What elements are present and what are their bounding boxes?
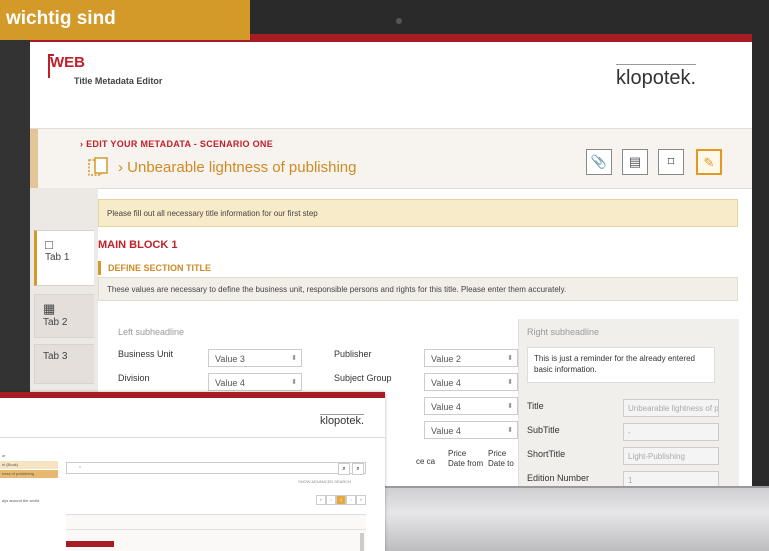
reminder-box: This is just a reminder for the already …	[527, 347, 715, 383]
tab-2[interactable]: ▦ Tab 2	[34, 294, 94, 338]
page-next[interactable]: ›	[346, 495, 356, 505]
page-first[interactable]: «	[316, 495, 326, 505]
camera-icon	[396, 18, 402, 24]
promo-banner: wichtig sind	[0, 0, 250, 40]
right-subheadline: Right subheadline	[527, 327, 600, 337]
business-unit-select[interactable]: Value 3	[208, 349, 302, 368]
laptop-base	[380, 488, 769, 551]
division-label: Division	[118, 373, 150, 383]
bookmark-icon: ⌑	[667, 154, 675, 169]
attach-button[interactable]: 📎	[586, 149, 612, 175]
inset-table	[66, 514, 366, 551]
page-prev[interactable]: ‹	[326, 495, 336, 505]
paperclip-icon: 📎	[590, 154, 608, 169]
details-button[interactable]: ▤	[622, 149, 648, 175]
extra-select-1[interactable]: Value 4	[424, 397, 518, 416]
edition-number-field[interactable]: 1	[623, 471, 719, 486]
business-unit-label: Business Unit	[118, 349, 174, 359]
price-date-to-header: Price Date to	[488, 449, 518, 469]
inset-screenshot: klopotek. or el (Book) ness of publishin…	[0, 392, 385, 551]
left-subheadline: Left subheadline	[118, 327, 185, 337]
section-description: These values are necessary to define the…	[98, 277, 738, 301]
table-divider	[66, 529, 366, 530]
inset-search-input[interactable]: *	[66, 462, 366, 474]
tab-3[interactable]: Tab 3	[34, 344, 94, 384]
section-marker	[98, 261, 101, 275]
extra-select-2[interactable]: Value 4	[424, 421, 518, 440]
inset-pagination: « ‹ 1 › »	[316, 495, 366, 505]
klopotek-logo: klopotek.	[616, 64, 697, 90]
division-select[interactable]: Value 4	[208, 373, 302, 392]
info-notice: Please fill out all necessary title info…	[98, 199, 738, 227]
page-last[interactable]: »	[356, 495, 366, 505]
scrollbar[interactable]	[360, 533, 364, 551]
subtitle-label: SubTitle	[527, 425, 560, 435]
edit-button[interactable]: ✎	[696, 149, 722, 175]
bookmark-button[interactable]: ⌑	[658, 149, 684, 175]
book-open-icon: □	[45, 237, 53, 252]
inset-red-bar	[0, 392, 385, 398]
list-item[interactable]: ness of publishing	[0, 470, 58, 478]
list-item[interactable]: ays around the world	[0, 497, 58, 505]
inset-result-list: or el (Book) ness of publishing ays arou…	[0, 452, 60, 551]
title-label: Title	[527, 401, 544, 411]
edit-icon: ✎	[703, 155, 715, 170]
scenario-bar: › EDIT YOUR METADATA - SCENARIO ONE › Un…	[30, 128, 752, 190]
app-title: Title Metadata Editor	[74, 76, 163, 86]
gold-strip	[30, 129, 38, 189]
price-date-from-header: Price Date from	[448, 449, 484, 469]
app-header: WEB Title Metadata Editor klopotek.	[30, 42, 752, 128]
web-label: WEB	[50, 54, 85, 71]
tab-label: Tab 1	[45, 252, 70, 263]
inset-logo: klopotek.	[320, 414, 365, 427]
card-icon: ▤	[628, 154, 642, 169]
book-title: › Unbearable lightness of publishing	[118, 159, 357, 176]
publisher-label: Publisher	[334, 349, 372, 359]
advanced-search-link[interactable]: SHOW ADVANCED SEARCH	[298, 479, 351, 484]
right-panel: Right subheadline This is just a reminde…	[518, 319, 739, 486]
publisher-select[interactable]: Value 2	[424, 349, 518, 368]
advanced-search-icon[interactable]: ⌕	[352, 463, 364, 475]
title-field[interactable]: Unbearable lightness of p	[623, 399, 719, 417]
document-icon: ▦	[43, 301, 56, 316]
subject-group-label: Subject Group	[334, 373, 392, 383]
main-block-title: MAIN BLOCK 1	[98, 239, 178, 251]
shorttitle-label: ShortTitle	[527, 449, 566, 459]
tab-label: Tab 2	[43, 317, 68, 328]
book-icon	[88, 157, 112, 177]
subject-group-select[interactable]: Value 4	[424, 373, 518, 392]
section-title: DEFINE SECTION TITLE	[108, 263, 212, 273]
list-item[interactable]: el (Book)	[0, 461, 58, 469]
shorttitle-field[interactable]: Light-Publishing	[623, 447, 719, 465]
inset-divider	[0, 437, 385, 438]
edition-number-label: Edition Number	[527, 473, 590, 483]
subtitle-field[interactable]: -	[623, 423, 719, 441]
table-row-marker	[66, 541, 114, 547]
tab-1[interactable]: □ Tab 1	[34, 230, 94, 286]
tab-label: Tab 3	[43, 351, 68, 362]
scenario-breadcrumb[interactable]: › EDIT YOUR METADATA - SCENARIO ONE	[80, 139, 273, 149]
page-current[interactable]: 1	[336, 495, 346, 505]
price-col-header: ce ca	[416, 457, 444, 467]
list-item[interactable]: or	[0, 452, 58, 460]
search-icon[interactable]: ⌕	[338, 463, 350, 475]
